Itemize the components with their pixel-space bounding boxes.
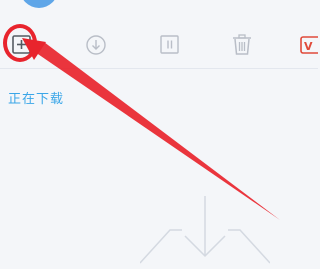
empty-download-icon — [140, 196, 270, 264]
